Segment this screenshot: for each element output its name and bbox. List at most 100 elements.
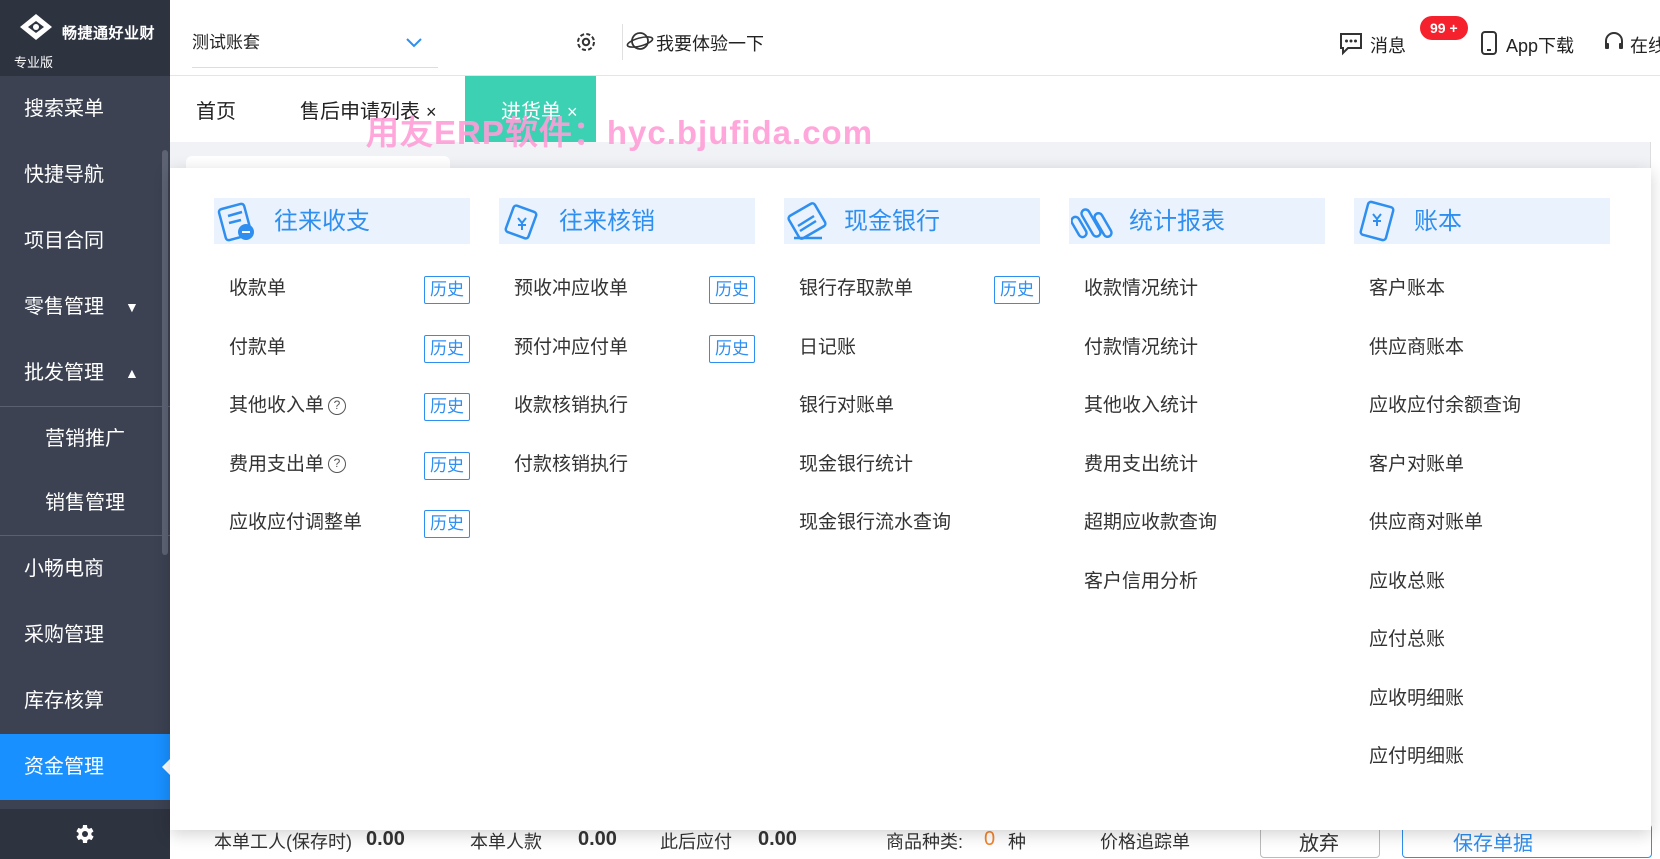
logo-edition: 专业版 [14,55,54,70]
receipt-icon [217,202,254,242]
menu-item-label: 收款单 [229,278,287,299]
online-support-button[interactable]: 在线 [1605,32,1660,58]
menu-item-ar-ap-adjustment[interactable]: 应收应付调整单 历史 [214,494,470,553]
try-experience-link[interactable]: 我要体验一下 [626,30,764,56]
menu-item-label: 付款核销执行 [514,453,629,475]
logo-icon [20,14,52,40]
menu-item-label: 其他收入单 [229,395,325,416]
menu-item-expense[interactable]: 费用支出单? 历史 [214,436,470,495]
report-icon [1071,208,1113,239]
menu-item-customer-credit[interactable]: 客户信用分析 [1069,553,1325,612]
menu-item-receipt[interactable]: 收款单 历史 [214,260,470,319]
sidebar-item-ecommerce[interactable]: 小畅电商 [0,536,170,602]
menu-item-other-income[interactable]: 其他收入单? 历史 [214,377,470,436]
menu-column-title: 现金银行 [844,208,940,235]
menu-item-prepaid-offset-payable[interactable]: 预付冲应付单 历史 [499,319,755,378]
menu-column-title: 往来收支 [274,208,370,235]
menu-item-other-income-stats[interactable]: 其他收入统计 [1069,377,1325,436]
settings-gear-icon[interactable] [72,822,96,846]
logo[interactable]: 畅捷通好业财 专业版 [0,0,170,76]
sidebar-subitem-marketing[interactable]: 营销推广 [0,407,170,471]
account-select-value: 测试账套 [192,33,260,52]
menu-item-label: 预收冲应收单 [514,278,629,299]
menu-item-overdue-receivables[interactable]: 超期应收款查询 [1069,494,1325,553]
sidebar-item-projects[interactable]: 项目合同 [0,208,170,274]
menu-item-payment[interactable]: 付款单 历史 [214,319,470,378]
sidebar-item-label: 零售管理 [24,296,104,318]
menu-item-label: 应收应付余额查询 [1369,395,1522,416]
menu-item-payment-stats[interactable]: 付款情况统计 [1069,319,1325,378]
menu-item-expense-stats[interactable]: 费用支出统计 [1069,436,1325,495]
sidebar-item-label: 资金管理 [24,756,104,778]
summary-value: 0.00 [758,828,797,850]
help-icon[interactable]: ? [328,455,347,474]
menu-item-label: 费用支出统计 [1084,453,1199,475]
menu-item-ar-general-ledger[interactable]: 应收总账 [1354,553,1610,612]
history-button[interactable]: 历史 [709,276,755,304]
menu-item-journal[interactable]: 日记账 [784,319,1040,378]
unread-badge: 99 + [1420,16,1468,40]
sidebar-item-inventory[interactable]: 库存核算 [0,668,170,734]
app-download-label: App下载 [1506,36,1575,56]
menu-column-header: 往来收支 [214,198,470,244]
history-button[interactable]: 历史 [994,276,1040,304]
history-button[interactable]: 历史 [424,276,470,304]
history-button[interactable]: 历史 [709,334,755,363]
menu-column-title: 统计报表 [1129,208,1225,235]
history-button[interactable]: 历史 [424,510,470,538]
menu-column-header: 往来核销 [499,198,755,244]
summary-value: 0.00 [366,828,405,850]
history-button[interactable]: 历史 [424,393,470,421]
messages-button[interactable]: 消息 [1340,32,1406,58]
menu-item-balance-query[interactable]: 应收应付余额查询 [1354,377,1610,436]
chevron-down-icon [406,38,422,48]
sidebar-item-search-menu[interactable]: 搜索菜单 [0,76,170,142]
menu-item-ar-detail-ledger[interactable]: 应收明细账 [1354,670,1610,729]
menu-item-customer-statement[interactable]: 客户对账单 [1354,436,1610,495]
menu-item-supplier-statement[interactable]: 供应商对账单 [1354,494,1610,553]
history-button[interactable]: 历史 [424,451,470,480]
menu-item-label: 应付总账 [1369,629,1446,650]
sidebar-item-quick-nav[interactable]: 快捷导航 [0,142,170,208]
menu-item-ap-detail-ledger[interactable]: 应付明细账 [1354,728,1610,787]
menu-item-receipt-stats[interactable]: 收款情况统计 [1069,260,1325,319]
sidebar-item-label: 销售管理 [45,492,125,514]
menu-item-receipt-write-off[interactable]: 收款核销执行 [499,377,755,436]
funds-menu-panel: 往来收支 收款单 历史 付款单 历史 其他收入单? 历史 费用支出单? 历史 应收应付调… [170,168,1651,830]
sidebar-item-funds[interactable]: 资金管理 [0,734,170,800]
menu-item-cash-bank-stats[interactable]: 现金银行统计 [784,436,1040,495]
sidebar-scrollbar[interactable] [162,150,168,555]
menu-column-header: 统计报表 [1069,198,1325,244]
menu-item-cash-bank-flow[interactable]: 现金银行流水查询 [784,494,1040,553]
price-tracking-checkbox-label[interactable]: 价格追踪单 [1100,828,1190,854]
headset-icon [1605,32,1623,49]
sidebar-item-purchasing[interactable]: 采购管理 [0,602,170,668]
history-button[interactable]: 历史 [424,334,470,363]
menu-item-label: 供应商账本 [1369,336,1465,358]
sidebar-menu: 搜索菜单 快捷导航 项目合同 零售管理 ▼ 批发管理 ▲ 营销推广 销售管理 小畅电… [0,76,170,800]
menu-item-bank-deposit-withdrawal[interactable]: 银行存取款单 历史 [784,260,1040,319]
menu-item-label: 应付明细账 [1369,746,1465,767]
tab-home[interactable]: 首页 [196,76,236,142]
summary-unit: 种 [1008,832,1026,852]
menu-item-customer-ledger[interactable]: 客户账本 [1354,260,1610,319]
sidebar-item-retail[interactable]: 零售管理 ▼ [0,274,170,340]
menu-item-prepaid-offset-receivable[interactable]: 预收冲应收单 历史 [499,260,755,319]
sidebar-item-wholesale[interactable]: 批发管理 ▲ [0,340,170,406]
menu-item-ap-general-ledger[interactable]: 应付总账 [1354,611,1610,670]
message-icon [1340,33,1362,56]
account-select[interactable]: 测试账套 [192,18,438,68]
menu-item-payment-write-off[interactable]: 付款核销执行 [499,436,755,495]
app-download-button[interactable]: App下载 [1481,31,1575,58]
menu-item-supplier-ledger[interactable]: 供应商账本 [1354,319,1610,378]
menu-item-label: 客户对账单 [1369,453,1465,475]
menu-item-bank-statement[interactable]: 银行对账单 [784,377,1040,436]
sidebar-subitem-sales[interactable]: 销售管理 [0,471,170,535]
summary-value: 0.00 [578,828,617,850]
menu-item-label: 超期应收款查询 [1084,512,1218,533]
settings-icon[interactable] [574,30,598,54]
sidebar-item-label: 营销推广 [45,428,125,450]
menu-column-header: 账本 [1354,198,1610,244]
messages-label: 消息 [1370,36,1406,56]
help-icon[interactable]: ? [328,396,347,415]
